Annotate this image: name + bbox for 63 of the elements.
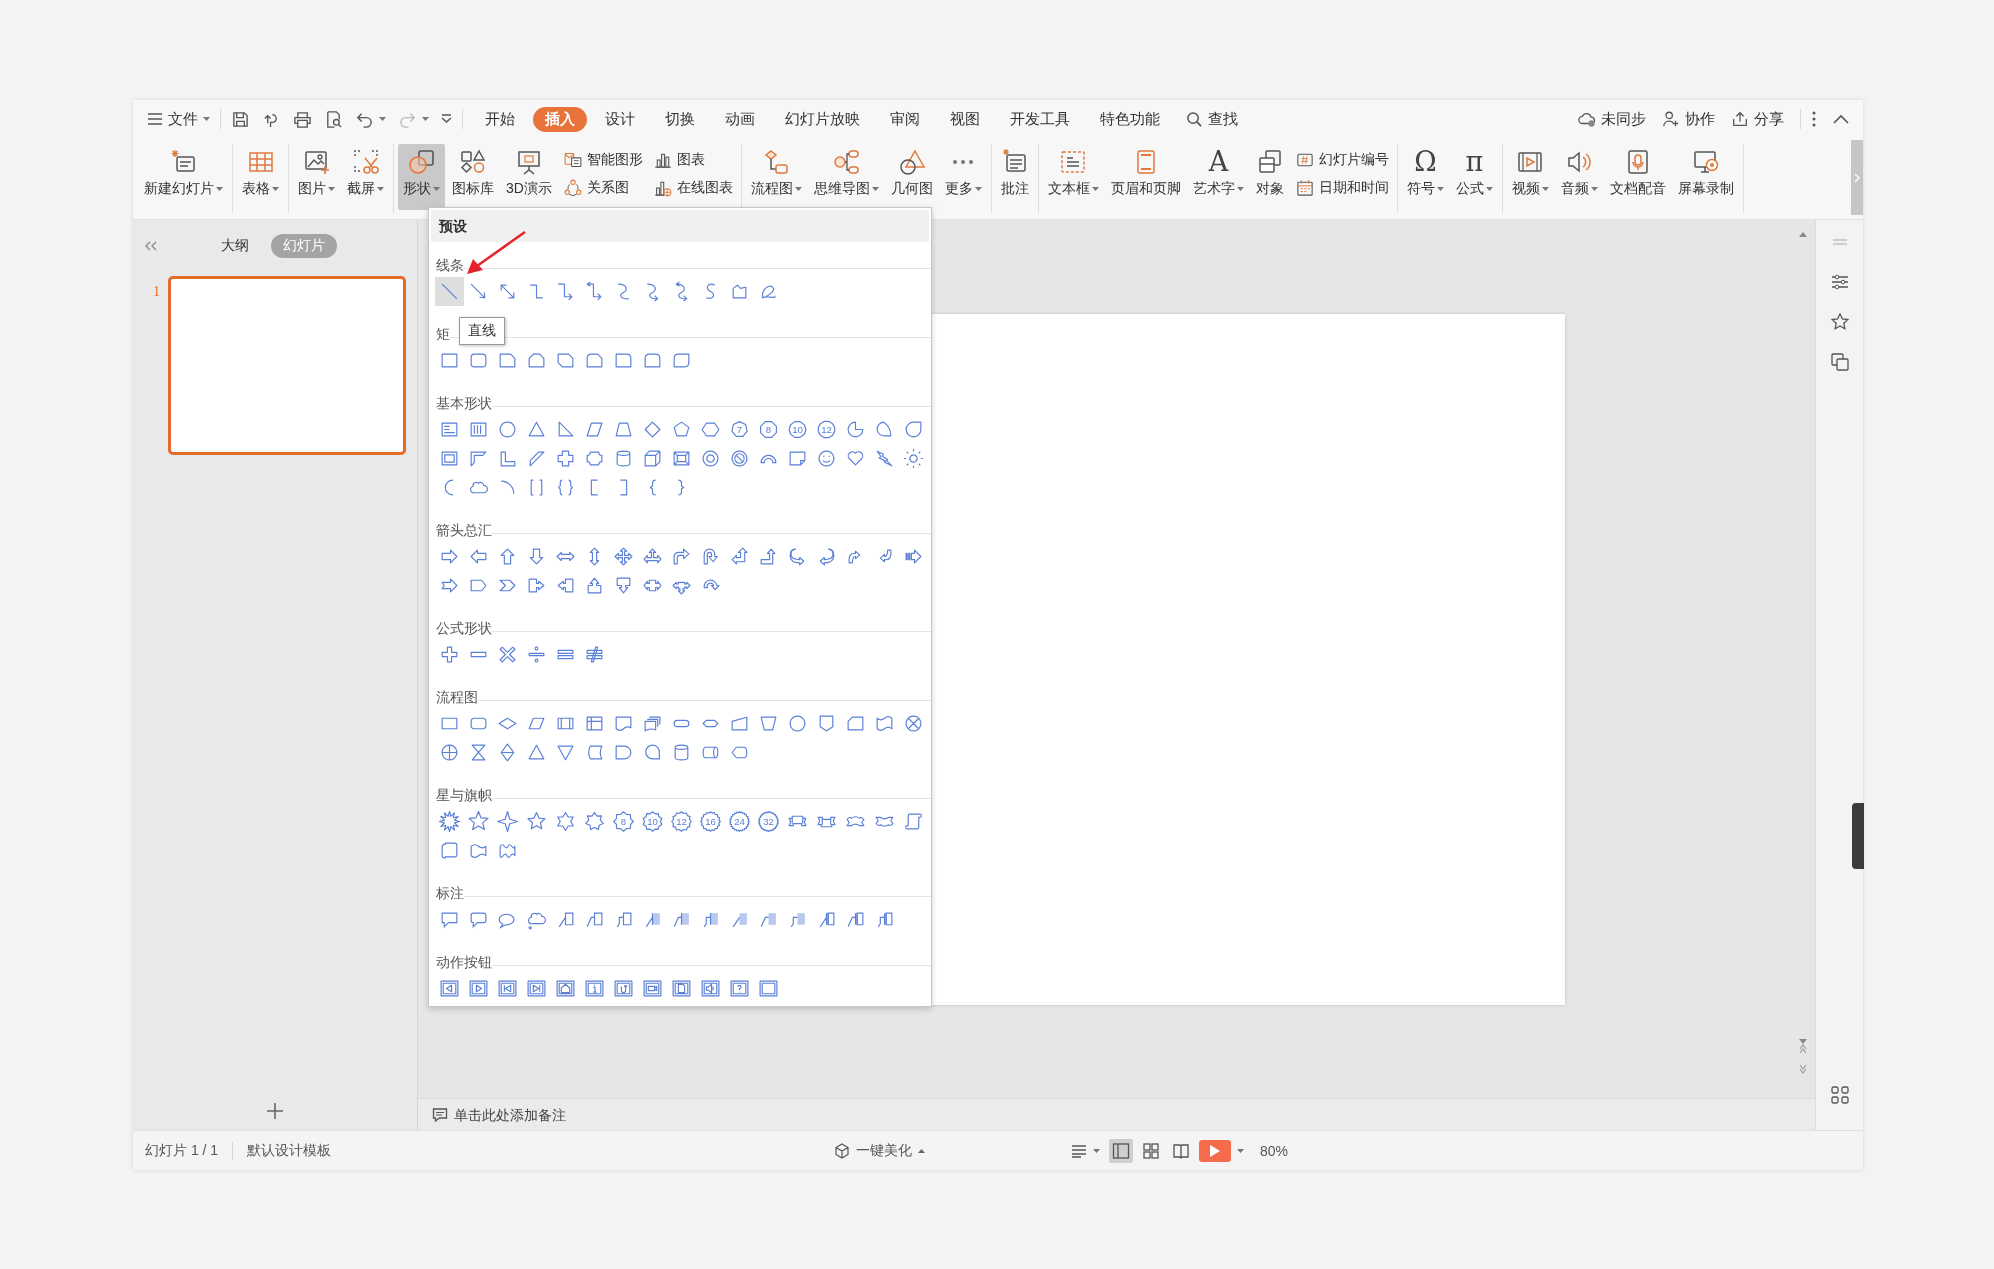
ribbon-button[interactable]: 在线图表 [648, 176, 737, 200]
template-name: 默认设计模板 [247, 1141, 332, 1160]
ribbon-tab[interactable]: 设计 [593, 106, 647, 132]
ribbon-button[interactable]: 视频 [1506, 144, 1554, 210]
ribbon-button[interactable]: 形状 [398, 144, 445, 210]
section-label: 基本形状 [436, 394, 492, 413]
ribbon-tab[interactable]: 视图 [938, 106, 992, 132]
toolbar-action[interactable]: 分享 [1731, 109, 1784, 129]
panel-tab[interactable]: 大纲 [209, 234, 261, 258]
ribbon-button[interactable]: 幻灯片编号 [1290, 148, 1393, 172]
ribbon-button[interactable]: 图片 [293, 144, 340, 210]
ribbon-tab[interactable]: 动画 [713, 106, 767, 132]
ribbon-button[interactable]: 屏幕录制 [1672, 144, 1739, 210]
ribbon-tab[interactable]: 审阅 [878, 106, 932, 132]
ribbon-button[interactable]: 几何图 [885, 144, 938, 210]
tooltip: 直线 [459, 317, 505, 345]
ribbon-tab[interactable]: 开发工具 [998, 106, 1082, 132]
ribbon-button[interactable]: 3D演示 [501, 144, 557, 210]
file-menu[interactable]: 文件 [147, 109, 210, 129]
slide-counter: 幻灯片 1 / 1 [145, 1141, 219, 1160]
ribbon-button[interactable]: 智能图形 [558, 148, 647, 172]
ribbon-button[interactable]: 表格 [237, 144, 284, 210]
ribbon-button[interactable]: 图标库 [447, 144, 499, 210]
section-label: 动作按钮 [436, 953, 492, 972]
ribbon-button[interactable]: 关系图 [558, 176, 647, 200]
ribbon-button[interactable]: 批注 [995, 144, 1034, 210]
ribbon-button[interactable]: 对象 [1250, 144, 1289, 210]
section-label: 线条 [436, 256, 464, 275]
ribbon-button[interactable]: Ω 符号 [1401, 144, 1449, 210]
notes-field[interactable]: 单击此处添加备注 [454, 1106, 854, 1123]
slide-number: 1 [153, 284, 160, 300]
ribbon-button[interactable]: 流程图 [745, 144, 807, 210]
section-label: 公式形状 [436, 619, 492, 638]
glyph-icon: π [1465, 148, 1484, 176]
glyph-icon: Ω [1414, 148, 1437, 176]
section-label: 标注 [436, 884, 464, 903]
ribbon-button[interactable]: 更多 [939, 144, 987, 210]
ribbon-tab[interactable]: 开始 [473, 106, 527, 132]
ribbon-tab[interactable]: 切换 [653, 106, 707, 132]
zoom-level: 80% [1260, 1142, 1289, 1159]
ribbon-button[interactable]: 图表 [648, 148, 737, 172]
panel-header: 预设 [431, 210, 929, 242]
ribbon-tab[interactable]: 特色功能 [1088, 106, 1172, 132]
ribbon-button[interactable]: 日期和时间 [1290, 176, 1393, 200]
ribbon-button[interactable]: A 艺术字 [1187, 144, 1249, 210]
toolbar-action[interactable]: 未同步 [1578, 109, 1646, 129]
ribbon-button[interactable]: 文档配音 [1604, 144, 1671, 210]
ribbon-button[interactable]: 音频 [1555, 144, 1603, 210]
section-label: 流程图 [436, 688, 478, 707]
ribbon-button[interactable]: 新建幻灯片 [139, 144, 228, 210]
beautify-button[interactable]: 一键美化 [831, 1139, 928, 1162]
ribbon-button[interactable]: 文本框 [1042, 144, 1104, 210]
glyph-icon: A [1208, 148, 1229, 176]
ribbon-button[interactable]: 思维导图 [808, 144, 884, 210]
search-button[interactable]: 查找 [1186, 109, 1238, 129]
section-label: 星与旗帜 [436, 786, 492, 805]
toolbar-action[interactable]: 协作 [1662, 109, 1715, 129]
ribbon-button[interactable]: 页眉和页脚 [1105, 144, 1186, 210]
section-label: 箭头总汇 [436, 521, 492, 540]
ribbon-button[interactable]: 截屏 [342, 144, 389, 210]
section-label: 矩 [436, 325, 450, 344]
ribbon-button[interactable]: π 公式 [1450, 144, 1498, 210]
ribbon-tab[interactable]: 幻灯片放映 [773, 106, 872, 132]
